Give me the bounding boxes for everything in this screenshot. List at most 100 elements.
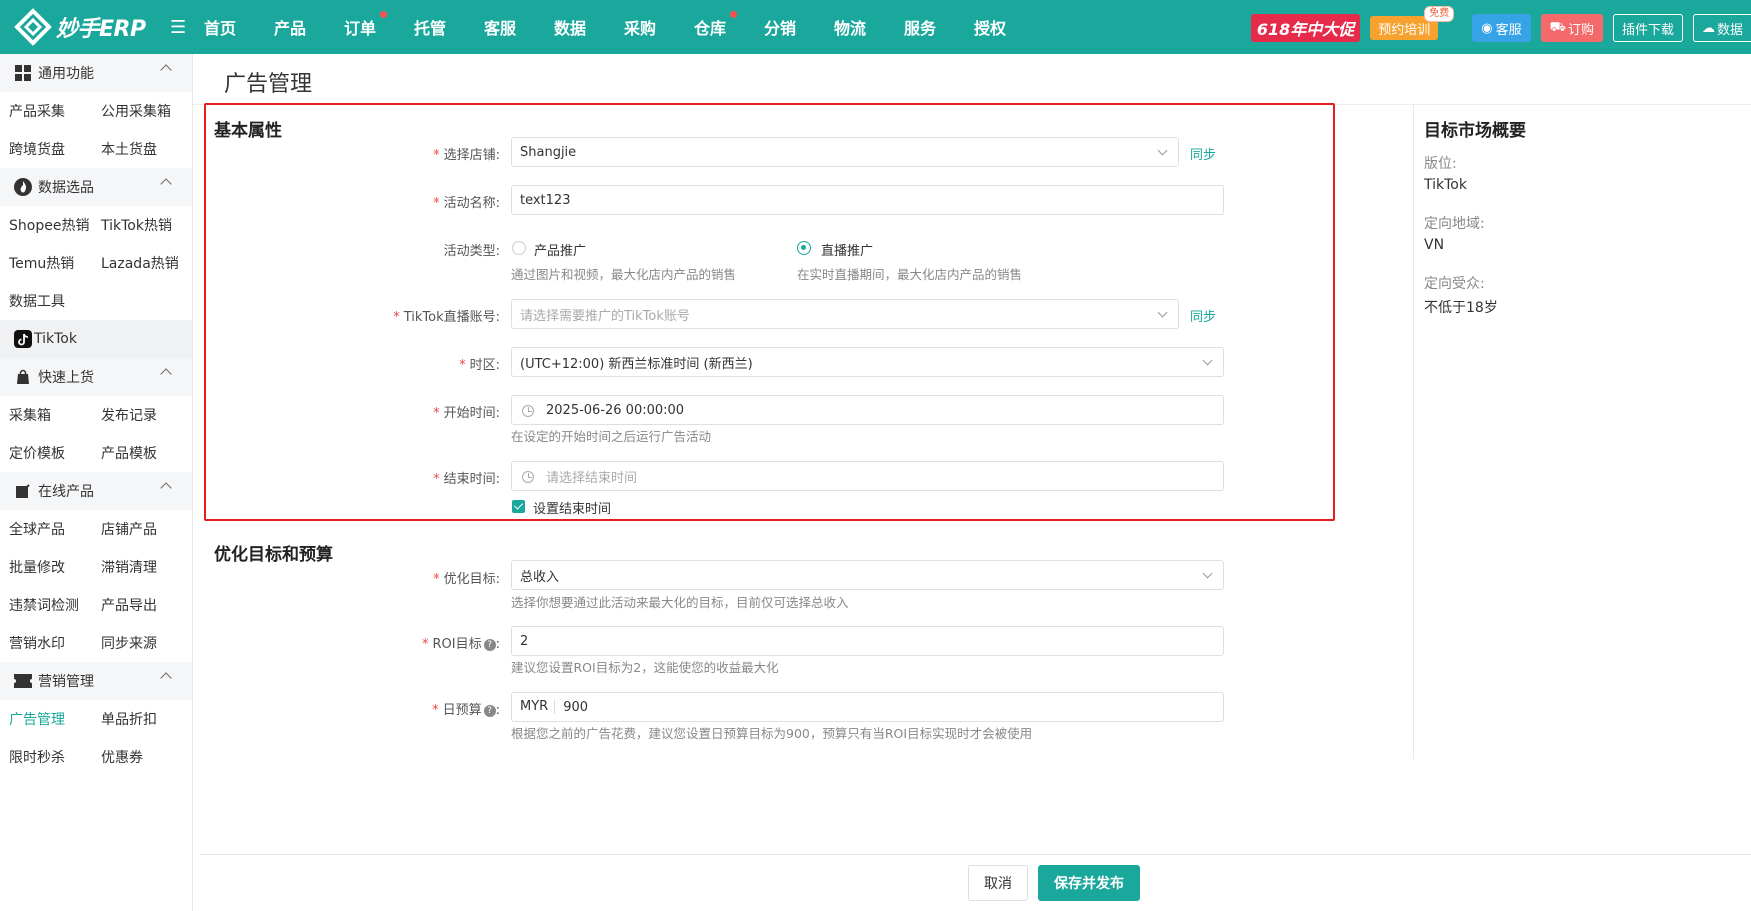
sidebar-item-collect-box[interactable]: 采集箱	[0, 405, 92, 425]
start-time-value: 2025-06-26 00:00:00	[546, 402, 685, 418]
nav-distribution[interactable]: 分销	[764, 15, 834, 39]
sidebar-item-local-pool[interactable]: 本土货盘	[92, 139, 184, 159]
notification-dot	[380, 11, 387, 18]
region-label: 定向地域:	[1424, 216, 1485, 232]
sidebar-item-single-discount[interactable]: 单品折扣	[92, 709, 184, 729]
store-select[interactable]: Shangjie	[511, 137, 1179, 167]
name-label: * 活动名称:	[433, 196, 500, 211]
end-time-picker[interactable]: 请选择结束时间	[511, 461, 1224, 491]
sidebar-item-tiktok[interactable]: TikTok	[0, 320, 192, 358]
sidebar-group-marketing[interactable]: 营销管理	[0, 662, 192, 700]
chevron-up-icon	[160, 672, 172, 684]
sidebar-item-coupons[interactable]: 优惠券	[92, 747, 184, 767]
sidebar-item-flash-sale[interactable]: 限时秒杀	[0, 747, 92, 767]
activity-name-input[interactable]: text123	[511, 185, 1224, 215]
chevron-down-icon	[1157, 145, 1168, 156]
sidebar-row: 违禁词检测 产品导出	[0, 586, 192, 624]
service-button[interactable]: ◉ 客服	[1472, 14, 1531, 42]
store-label-text: 选择店铺:	[443, 148, 500, 163]
chevron-up-icon	[160, 482, 172, 494]
end-time-label: * 结束时间:	[433, 472, 500, 487]
sidebar-item-bulk-edit[interactable]: 批量修改	[0, 557, 92, 577]
budget-input[interactable]: MYR 900	[511, 692, 1224, 722]
promo-banner[interactable]: 618年中大促	[1250, 14, 1361, 42]
tiktok-account-select[interactable]: 请选择需要推广的TikTok账号	[511, 299, 1179, 329]
service-label: 客服	[1495, 22, 1522, 38]
nav-home[interactable]: 首页	[204, 15, 274, 39]
radio-product-promotion-label[interactable]: 产品推广	[534, 240, 586, 259]
sidebar-item-lazada-hot[interactable]: Lazada热销	[92, 253, 184, 273]
nav-products[interactable]: 产品	[274, 15, 344, 39]
sidebar-item-sync-source[interactable]: 同步来源	[92, 633, 184, 653]
budget-label: * 日预算?:	[432, 703, 500, 718]
nav-logistics[interactable]: 物流	[834, 15, 904, 39]
sidebar-item-ads-management[interactable]: 广告管理	[0, 709, 92, 729]
goal-value: 总收入	[520, 569, 560, 585]
sidebar-group-data-selection[interactable]: 数据选品	[0, 168, 192, 206]
start-time-picker[interactable]: 2025-06-26 00:00:00	[511, 395, 1224, 425]
data-button[interactable]: ☁ 数据	[1692, 14, 1751, 42]
sidebar-item-data-tools[interactable]: 数据工具	[0, 291, 92, 311]
store-sync-link[interactable]: 同步	[1190, 144, 1216, 163]
sidebar-item-product-export[interactable]: 产品导出	[92, 595, 184, 615]
sidebar-item-product-collect[interactable]: 产品采集	[0, 101, 92, 121]
sidebar-item-global-products[interactable]: 全球产品	[0, 519, 92, 539]
header-actions: 618年中大促 预约培训 免费 ◉ 客服 ⛟ 订购 插件下载 ☁ 数据	[1250, 6, 1751, 42]
radio-live-promotion-label[interactable]: 直播推广	[821, 240, 873, 259]
menu-toggle-icon[interactable]: ☰	[170, 17, 198, 38]
help-icon[interactable]: ?	[483, 639, 496, 651]
nav-authorization[interactable]: 授权	[974, 15, 1044, 39]
order-button[interactable]: ⛟ 订购	[1540, 14, 1603, 42]
nav-hosting[interactable]: 托管	[414, 15, 484, 39]
sidebar-item-watermark[interactable]: 营销水印	[0, 633, 92, 653]
nav-customer-service[interactable]: 客服	[484, 15, 554, 39]
nav-data[interactable]: 数据	[554, 15, 624, 39]
set-end-time-label[interactable]: 设置结束时间	[533, 498, 611, 517]
chevron-up-icon	[160, 64, 172, 76]
section-title-basic: 基本属性	[214, 121, 282, 141]
activity-name-value: text123	[520, 192, 571, 208]
sidebar-item-tiktok-hot[interactable]: TikTok热销	[92, 215, 184, 235]
start-time-label-text: 开始时间:	[443, 406, 500, 421]
account-sync-link[interactable]: 同步	[1190, 306, 1216, 325]
sidebar-item-banned-words[interactable]: 违禁词检测	[0, 595, 92, 615]
sidebar: 通用功能 产品采集 公用采集箱 跨境货盘 本土货盘 数据选品 Shopee热销 Tik…	[0, 54, 193, 911]
budget-hint: 根据您之前的广告花费，建议您设置日预算目标为900，预算只有当ROI目标实现时才…	[511, 726, 1033, 741]
nav-warehouse[interactable]: 仓库	[694, 11, 764, 39]
timezone-select[interactable]: (UTC+12:00) 新西兰标准时间 (新西兰)	[511, 347, 1224, 377]
sidebar-row: 数据工具	[0, 282, 192, 320]
sidebar-group-general[interactable]: 通用功能	[0, 54, 192, 92]
cancel-button[interactable]: 取消	[968, 865, 1028, 901]
sidebar-group-online-products[interactable]: 在线产品	[0, 472, 192, 510]
sidebar-item-public-collect-box[interactable]: 公用采集箱	[92, 101, 184, 121]
nav-purchase[interactable]: 采购	[624, 15, 694, 39]
nav-services[interactable]: 服务	[904, 15, 974, 39]
budget-value: 900	[563, 699, 589, 715]
sidebar-item-store-products[interactable]: 店铺产品	[92, 519, 184, 539]
roi-input[interactable]: 2	[511, 626, 1224, 656]
training-button[interactable]: 预约培训 免费	[1370, 6, 1455, 40]
goal-select[interactable]: 总收入	[511, 560, 1224, 590]
nav-orders[interactable]: 订单	[344, 11, 414, 39]
sidebar-group-quick-listing[interactable]: 快速上货	[0, 358, 192, 396]
clock-icon	[522, 471, 534, 483]
sidebar-item-cross-border-pool[interactable]: 跨境货盘	[0, 139, 92, 159]
sidebar-item-publish-records[interactable]: 发布记录	[92, 405, 184, 425]
sidebar-item-temu-hot[interactable]: Temu热销	[0, 253, 92, 273]
fire-icon	[14, 178, 32, 196]
save-publish-button[interactable]: 保存并发布	[1038, 865, 1140, 901]
start-time-hint: 在设定的开始时间之后运行广告活动	[511, 429, 712, 444]
sidebar-item-shopee-hot[interactable]: Shopee热销	[0, 215, 92, 235]
sidebar-item-slow-sellers[interactable]: 滞销清理	[92, 557, 184, 577]
help-icon[interactable]: ?	[483, 705, 496, 717]
sidebar-item-pricing-template[interactable]: 定价模板	[0, 443, 92, 463]
plugin-download-button[interactable]: 插件下载	[1612, 14, 1683, 42]
placement-value: TikTok	[1424, 177, 1467, 193]
clock-icon	[522, 405, 534, 417]
sidebar-item-product-template[interactable]: 产品模板	[92, 443, 184, 463]
logo[interactable]: 妙手ERP	[0, 8, 170, 46]
radio-live-promotion[interactable]	[797, 241, 811, 255]
set-end-time-checkbox[interactable]	[512, 500, 525, 513]
radio-product-promotion[interactable]	[512, 241, 526, 255]
order-label: 订购	[1567, 22, 1594, 38]
